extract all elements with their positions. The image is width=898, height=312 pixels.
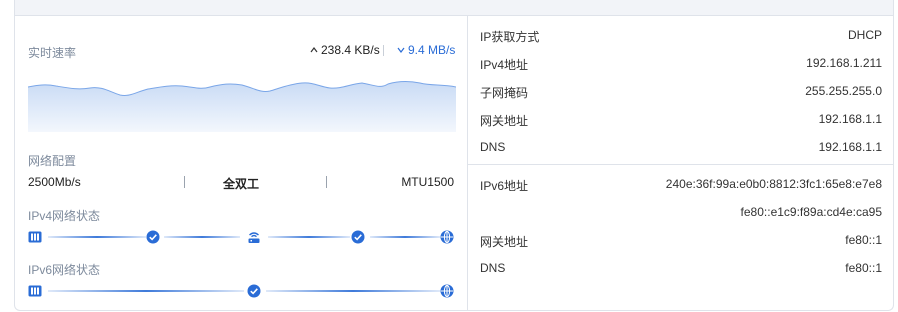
info-value: fe80::1 xyxy=(845,261,882,275)
nas-device-icon xyxy=(28,230,42,244)
network-status-card: 实时速率 238.4 KB/s 9.4 MB/s 网络配置 2500Mb/s 全… xyxy=(14,0,894,311)
network-config-row: 2500Mb/s 全双工 MTU1500 xyxy=(28,175,454,191)
upload-speed-value: 238.4 KB/s xyxy=(321,43,380,57)
info-key: IPv4地址 xyxy=(480,58,529,72)
globe-icon xyxy=(440,230,454,244)
check-icon xyxy=(351,230,365,244)
ipv4-info-row: 网关地址 192.168.1.1 xyxy=(480,112,882,130)
ipv4-info-row: DNS 192.168.1.1 xyxy=(480,140,882,158)
network-config-label: 网络配置 xyxy=(28,154,77,168)
ipv6-status-label: IPv6网络状态 xyxy=(28,263,101,277)
info-key: IPv6地址 xyxy=(480,179,529,193)
ipv6-info-row: IPv6地址 240e:36f:99a:e0b0:8812:3fc1:65e8:… xyxy=(480,177,882,195)
info-value: 240e:36f:99a:e0b0:8812:3fc1:65e8:e7e8 xyxy=(665,177,882,191)
ipv4-info-row: IP获取方式 DHCP xyxy=(480,28,882,46)
speed-wave-graph xyxy=(28,81,456,132)
left-panel: 实时速率 238.4 KB/s 9.4 MB/s 网络配置 2500Mb/s 全… xyxy=(15,16,467,310)
duplex-value: 全双工 xyxy=(223,177,260,191)
ipv4-status-path xyxy=(28,228,454,246)
info-value: 192.168.1.1 xyxy=(818,140,882,154)
bandwidth-value: 2500Mb/s xyxy=(28,175,81,189)
ipv6-info-row: fe80::e1c9:f89a:cd4e:ca95 xyxy=(480,205,882,223)
connection-line xyxy=(164,236,240,238)
connection-line xyxy=(48,236,146,238)
connection-line xyxy=(266,290,440,292)
download-speed: 9.4 MB/s xyxy=(397,43,455,57)
arrow-up-icon xyxy=(310,43,318,57)
connection-line xyxy=(268,236,350,238)
info-key: 网关地址 xyxy=(480,114,529,128)
config-divider xyxy=(326,176,327,188)
info-value: fe80::1 xyxy=(845,233,882,247)
info-key: DNS xyxy=(480,261,506,275)
mtu-value: MTU1500 xyxy=(401,175,454,189)
nas-device-icon xyxy=(28,284,42,298)
ipv4-info-row: 子网掩码 255.255.255.0 xyxy=(480,84,882,102)
info-value: 255.255.255.0 xyxy=(805,84,882,98)
info-value: DHCP xyxy=(847,28,882,42)
section-divider xyxy=(468,164,894,165)
ipv6-info-row: 网关地址 fe80::1 xyxy=(480,233,882,251)
router-icon xyxy=(247,230,261,244)
speed-divider xyxy=(383,45,384,56)
card-header-bar xyxy=(15,0,893,16)
config-divider xyxy=(184,176,185,188)
ipv6-status-path xyxy=(28,282,454,300)
download-speed-value: 9.4 MB/s xyxy=(408,43,456,57)
info-key: DNS xyxy=(480,140,506,154)
info-key: 网关地址 xyxy=(480,235,529,249)
ipv6-info-row: DNS fe80::1 xyxy=(480,261,882,279)
speed-label: 实时速率 xyxy=(28,46,77,60)
globe-icon xyxy=(440,284,454,298)
right-panel: IP获取方式 DHCP IPv4地址 192.168.1.211 子网掩码 25… xyxy=(467,16,894,310)
check-icon xyxy=(247,284,261,298)
info-value: fe80::e1c9:f89a:cd4e:ca95 xyxy=(740,205,882,219)
arrow-down-icon xyxy=(397,43,405,57)
info-value: 192.168.1.1 xyxy=(818,112,882,126)
ipv4-info-row: IPv4地址 192.168.1.211 xyxy=(480,56,882,74)
info-key: IP获取方式 xyxy=(480,30,540,44)
ipv4-status-label: IPv4网络状态 xyxy=(28,209,101,223)
connection-line xyxy=(370,236,440,238)
connection-line xyxy=(48,290,244,292)
upload-speed: 238.4 KB/s xyxy=(310,43,380,57)
check-icon xyxy=(146,230,160,244)
info-value: 192.168.1.211 xyxy=(806,56,882,70)
info-key: 子网掩码 xyxy=(480,86,529,100)
